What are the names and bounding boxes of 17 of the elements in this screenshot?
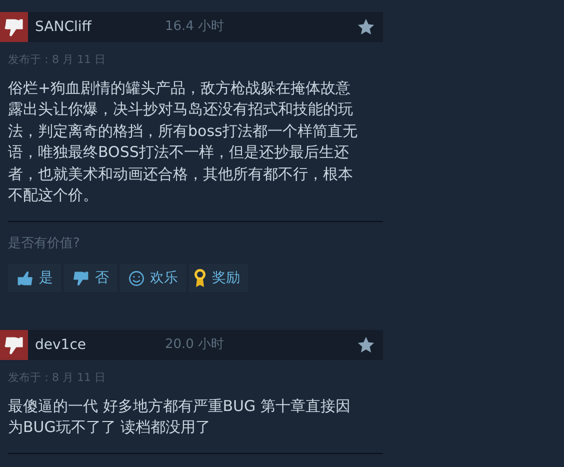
author-name[interactable]: SANCliff (35, 16, 165, 38)
review-text: 俗烂+狗血剧情的罐头产品，敌方枪战躲在掩体故意露出头让你爆，决斗抄对马岛还没有招式和技能的玩法，判定离奇的格挡，所有boss打法都一个样简直无语，唯独最终BOSS打法不一样，但是还抄最后生还者，也就美术和动画还合格，其他所有都不行，根本不配这个价。 (8, 78, 358, 206)
thumbs-down-icon (72, 269, 90, 287)
funny-button[interactable]: 欢乐 (120, 264, 186, 292)
yes-button[interactable]: 是 (8, 264, 61, 292)
no-button[interactable]: 否 (64, 264, 117, 292)
helpful-prompt: 是否有价值? (8, 234, 81, 252)
star-icon (357, 18, 375, 36)
thumbs-up-icon (16, 269, 34, 287)
award-ribbon-icon (193, 268, 207, 288)
star-icon (357, 336, 375, 354)
author-name[interactable]: dev1ce (35, 334, 165, 356)
review-text: 最傻逼的一代 好多地方都有严重BUG 第十章直接因为BUG玩不了了 读档都没用了 (8, 396, 352, 438)
playtime-text: 20.0 小时 (165, 336, 226, 354)
playtime-text: 16.4 小时 (165, 18, 226, 36)
smiley-icon (128, 270, 145, 286)
award-button[interactable]: 奖励 (189, 264, 248, 292)
